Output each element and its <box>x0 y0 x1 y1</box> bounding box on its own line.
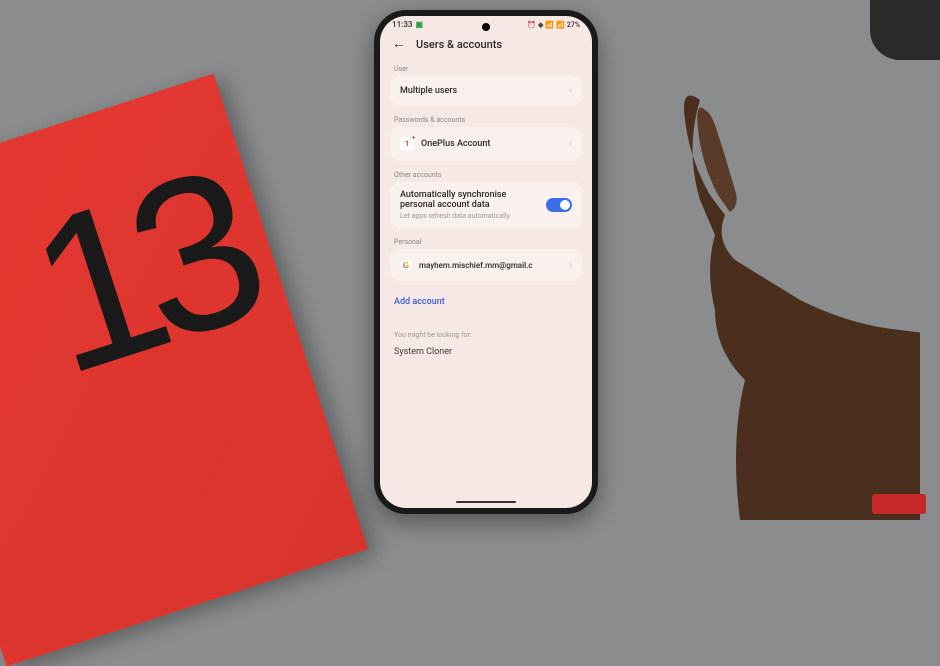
signal-icon: 📶 <box>556 21 565 29</box>
looking-for-label: You might be looking for: <box>394 331 578 339</box>
status-time: 11:33 <box>392 20 412 29</box>
back-arrow-icon[interactable]: ← <box>392 37 406 51</box>
signal-icon: 📶 <box>545 21 554 29</box>
box-number: 13 <box>3 121 276 425</box>
oneplus-icon <box>400 137 414 151</box>
home-indicator[interactable] <box>456 501 516 504</box>
google-icon: G <box>400 259 412 271</box>
page-title: Users & accounts <box>416 38 502 51</box>
account-email: mayhem.mischief.mm@gmail.c <box>419 261 533 270</box>
row-label: Multiple users <box>400 86 457 96</box>
battery-text: 27% <box>567 21 580 29</box>
sync-toggle[interactable] <box>546 198 572 212</box>
phone-screen: 11:33 ▣ ⏰ ◈ 📶 📶 27% ← Users & accounts U… <box>380 16 592 508</box>
sync-title: Automatically synchronise personal accou… <box>400 190 538 210</box>
section-label-user: User <box>390 61 582 76</box>
auto-sync-row[interactable]: Automatically synchronise personal accou… <box>390 182 582 228</box>
status-icons: ⏰ ◈ 📶 📶 27% <box>527 21 580 29</box>
chevron-right-icon: › <box>569 86 572 96</box>
product-box: 13 <box>0 74 368 666</box>
background-object <box>870 0 940 60</box>
google-account-row[interactable]: G mayhem.mischief.mm@gmail.c › <box>390 249 582 281</box>
row-label: OnePlus Account <box>421 139 490 149</box>
oneplus-account-row[interactable]: OnePlus Account › <box>390 127 582 161</box>
phone-device: 11:33 ▣ ⏰ ◈ 📶 📶 27% ← Users & accounts U… <box>374 10 598 514</box>
camera-hole <box>482 23 490 31</box>
wifi-icon: ◈ <box>538 21 543 29</box>
multiple-users-row[interactable]: Multiple users › <box>390 76 582 106</box>
sync-subtitle: Let apps refresh data automatically <box>400 212 538 220</box>
alarm-icon: ⏰ <box>527 21 536 29</box>
section-label-personal: Personal <box>390 234 582 249</box>
section-label-other: Other accounts <box>390 167 582 182</box>
add-account-button[interactable]: Add account <box>390 287 582 317</box>
page-header: ← Users & accounts <box>380 31 592 61</box>
subscribe-badge <box>872 494 926 514</box>
app-indicator-icon: ▣ <box>415 20 423 29</box>
section-label-passwords: Passwords & accounts <box>390 112 582 127</box>
chevron-right-icon: › <box>569 139 572 149</box>
system-cloner-row[interactable]: System Cloner <box>394 347 578 357</box>
chevron-right-icon: › <box>569 260 572 270</box>
